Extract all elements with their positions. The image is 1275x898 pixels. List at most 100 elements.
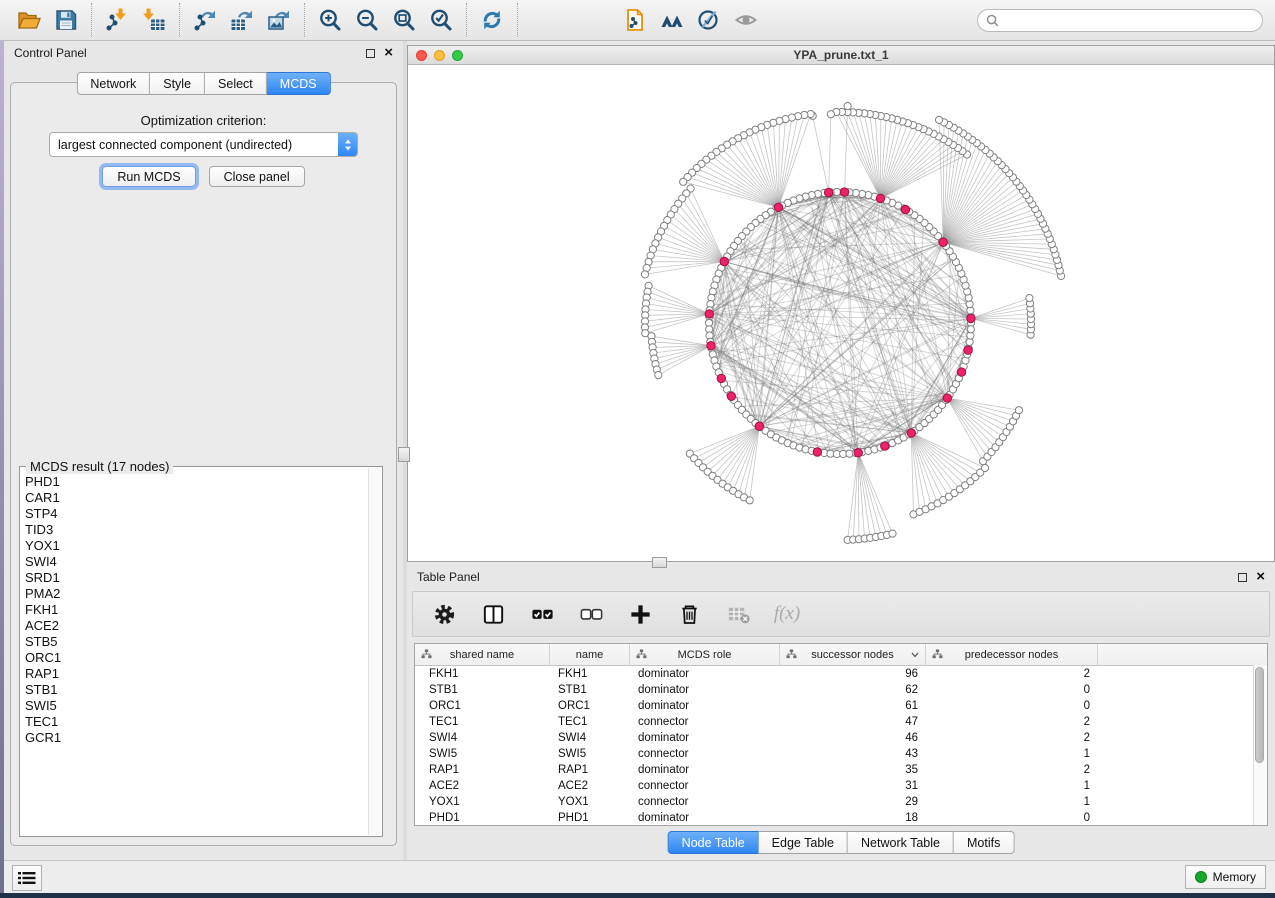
tab-select[interactable]: Select [205, 72, 267, 95]
import-table-from-file-button[interactable] [140, 6, 168, 34]
table-scrollbar[interactable] [1253, 665, 1267, 825]
plus-icon [628, 602, 653, 627]
apply-preferred-layout-button[interactable] [478, 6, 506, 34]
export-image-button[interactable] [265, 6, 293, 34]
export-network-button[interactable] [191, 6, 219, 34]
cell-mcds-role: dominator [630, 700, 780, 712]
delete-columns-button[interactable] [676, 601, 702, 627]
toggle-panel-layout-button[interactable] [480, 601, 506, 627]
vizmap-button[interactable] [695, 6, 723, 34]
table-row[interactable]: PHD1PHD1dominator180 [415, 810, 1267, 826]
column-header-successor-nodes[interactable]: successor nodes [780, 644, 926, 665]
mcds-result-item[interactable]: SWI5 [25, 698, 365, 714]
close-panel-button[interactable]: Close panel [209, 166, 305, 187]
save-session-button[interactable] [52, 6, 80, 34]
cell-mcds-role: dominator [630, 764, 780, 776]
column-header-shared-name[interactable]: shared name [415, 644, 550, 665]
table-settings-button[interactable] [431, 601, 457, 627]
mcds-result-list[interactable]: PHD1CAR1STP4TID3YOX1SWI4SRD1PMA2FKH1ACE2… [25, 474, 365, 834]
search-input[interactable] [1004, 11, 1262, 30]
mcds-result-item[interactable]: SWI4 [25, 554, 365, 570]
tab-network[interactable]: Network [76, 72, 150, 95]
tab-network-table[interactable]: Network Table [848, 831, 954, 854]
import-network-from-file-button[interactable] [103, 6, 131, 34]
float-table-panel-icon[interactable] [1238, 573, 1247, 582]
memory-button[interactable]: Memory [1185, 865, 1266, 889]
mcds-result-item[interactable]: STB1 [25, 682, 365, 698]
table-row[interactable]: SWI5SWI5connector431 [415, 746, 1267, 762]
cell-shared-name: STB1 [415, 684, 550, 696]
tab-node-table[interactable]: Node Table [668, 831, 759, 854]
table-row[interactable]: YOX1YOX1connector291 [415, 794, 1267, 810]
horizontal-splitter-handle[interactable] [652, 557, 667, 568]
desktop-background-bottom [0, 893, 1275, 898]
close-table-panel-icon[interactable]: × [1256, 572, 1265, 582]
tab-style[interactable]: Style [150, 72, 205, 95]
select-all-columns-button[interactable] [529, 601, 555, 627]
network-overview-button[interactable] [658, 6, 686, 34]
vertical-splitter-handle[interactable] [398, 447, 410, 462]
mcds-result-item[interactable]: ACE2 [25, 618, 365, 634]
cell-predecessor-nodes: 0 [926, 684, 1098, 696]
cell-predecessor-nodes: 2 [926, 716, 1098, 728]
run-mcds-button[interactable]: Run MCDS [102, 166, 195, 187]
memory-status-icon [1195, 871, 1207, 883]
export-table-button[interactable] [228, 6, 256, 34]
table-row[interactable]: TEC1TEC1connector472 [415, 714, 1267, 730]
minimize-window-icon[interactable] [434, 50, 445, 61]
column-header-predecessor-nodes[interactable]: predecessor nodes [926, 644, 1098, 665]
table-scrollbar-thumb[interactable] [1255, 667, 1264, 763]
share-network-document-button[interactable] [621, 6, 649, 34]
mcds-result-item[interactable]: CAR1 [25, 490, 365, 506]
network-window-titlebar[interactable]: YPA_prune.txt_1 [408, 46, 1274, 65]
close-window-icon[interactable] [416, 50, 427, 61]
mcds-result-item[interactable]: STB5 [25, 634, 365, 650]
cell-mcds-role: connector [630, 796, 780, 808]
zoom-in-button[interactable] [316, 6, 344, 34]
optimization-criterion-label: Optimization criterion: [11, 113, 396, 128]
cell-mcds-role: dominator [630, 812, 780, 824]
tab-mcds[interactable]: MCDS [267, 72, 331, 95]
save-icon [53, 7, 79, 33]
column-label: MCDS role [678, 649, 732, 661]
tab-motifs[interactable]: Motifs [954, 831, 1014, 854]
zoom-fit-content-button[interactable] [390, 6, 418, 34]
mcds-result-item[interactable]: STP4 [25, 506, 365, 522]
open-session-button[interactable] [15, 6, 43, 34]
mcds-result-item[interactable]: TEC1 [25, 714, 365, 730]
cell-name: YOX1 [550, 796, 630, 808]
cell-predecessor-nodes: 0 [926, 700, 1098, 712]
maximize-window-icon[interactable] [452, 50, 463, 61]
unselect-all-columns-button[interactable] [578, 601, 604, 627]
zoom-selected-region-button[interactable] [427, 6, 455, 34]
table-row[interactable]: RAP1RAP1dominator352 [415, 762, 1267, 778]
mcds-result-item[interactable]: RAP1 [25, 666, 365, 682]
mcds-result-item[interactable]: GCR1 [25, 730, 365, 746]
mcds-result-item[interactable]: TID3 [25, 522, 365, 538]
mcds-result-item[interactable]: SRD1 [25, 570, 365, 586]
table-row[interactable]: ACE2ACE2connector311 [415, 778, 1267, 794]
mcds-result-item[interactable]: YOX1 [25, 538, 365, 554]
mcds-result-item[interactable]: PMA2 [25, 586, 365, 602]
network-canvas[interactable] [408, 65, 1274, 562]
show-log-button[interactable] [12, 865, 42, 891]
close-panel-icon[interactable]: × [384, 48, 393, 58]
column-header-mcds-role[interactable]: MCDS role [630, 644, 780, 665]
cell-shared-name: SWI4 [415, 732, 550, 744]
table-row[interactable]: SWI4SWI4dominator462 [415, 730, 1267, 746]
create-new-column-button[interactable] [627, 601, 653, 627]
mcds-result-item[interactable]: FKH1 [25, 602, 365, 618]
table-row[interactable]: STB1STB1dominator620 [415, 682, 1267, 698]
float-panel-icon[interactable] [366, 49, 375, 58]
mcds-list-scrollbar[interactable] [368, 468, 381, 835]
optimization-criterion-select[interactable]: largest connected component (undirected) [49, 132, 358, 157]
mcds-result-item[interactable]: PHD1 [25, 474, 365, 490]
tab-edge-table[interactable]: Edge Table [759, 831, 848, 854]
table-row[interactable]: ORC1ORC1dominator610 [415, 698, 1267, 714]
search-box[interactable] [977, 9, 1263, 32]
table-row[interactable]: FKH1FKH1dominator962 [415, 666, 1267, 682]
cell-shared-name: PHD1 [415, 812, 550, 824]
mcds-result-item[interactable]: ORC1 [25, 650, 365, 666]
column-header-name[interactable]: name [550, 644, 630, 665]
zoom-out-button[interactable] [353, 6, 381, 34]
